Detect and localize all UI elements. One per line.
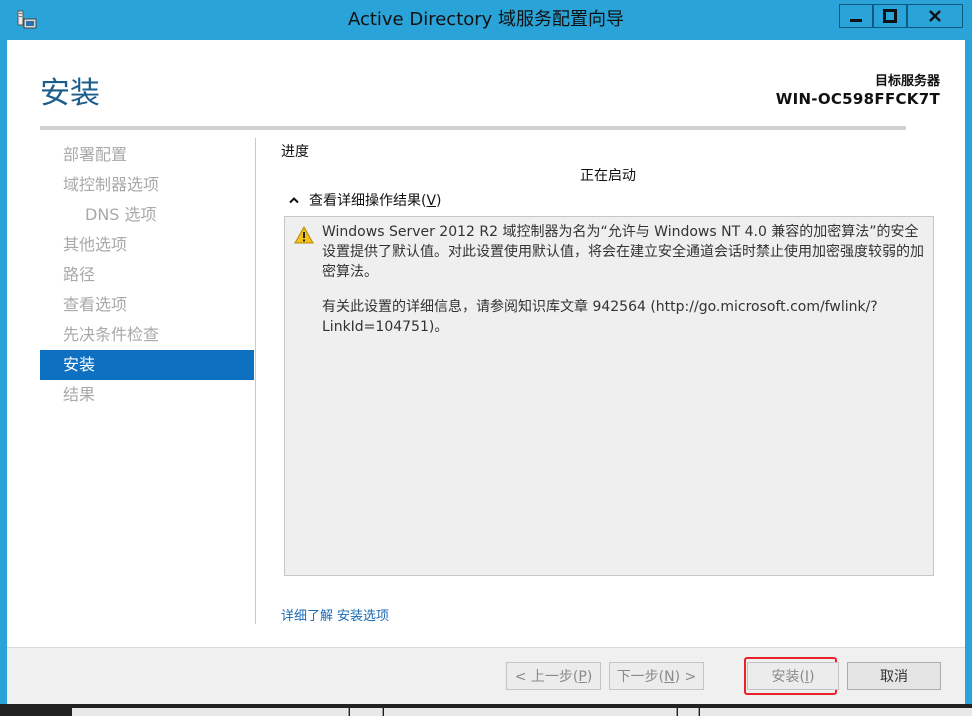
taskbar-segment <box>350 708 383 716</box>
view-detailed-results-toggle[interactable]: 查看详细操作结果(V) <box>289 190 442 210</box>
nav-item-additional-options[interactable]: 其他选项 <box>40 230 254 260</box>
minimize-button[interactable] <box>839 4 873 28</box>
taskbar-segment <box>678 708 699 716</box>
warning-icon <box>294 225 314 248</box>
nav-item-installation[interactable]: 安装 <box>40 350 254 380</box>
warning-message: Windows Server 2012 R2 域控制器为名为“允许与 Windo… <box>322 222 924 352</box>
nav-item-dns-options[interactable]: DNS 选项 <box>40 200 254 230</box>
wizard-window: Active Directory 域服务配置向导 安装 目标服务器 WIN-OC… <box>0 0 972 704</box>
progress-label: 进度 <box>281 144 309 160</box>
previous-button[interactable]: < 上一步(P) <box>506 662 601 690</box>
wizard-steps-nav: 部署配置 域控制器选项 DNS 选项 其他选项 路径 查看选项 先决条件检查 安… <box>40 140 254 410</box>
taskbar-segment <box>700 708 972 716</box>
nav-item-prerequisites-check[interactable]: 先决条件检查 <box>40 320 254 350</box>
title-bar[interactable]: Active Directory 域服务配置向导 <box>0 0 972 40</box>
nav-item-paths[interactable]: 路径 <box>40 260 254 290</box>
nav-item-deployment-config[interactable]: 部署配置 <box>40 140 254 170</box>
progress-status: 正在启动 <box>580 168 636 184</box>
nav-item-dc-options[interactable]: 域控制器选项 <box>40 170 254 200</box>
header-divider <box>40 126 906 130</box>
nav-item-results[interactable]: 结果 <box>40 380 254 410</box>
chevron-up-icon <box>289 197 299 204</box>
wizard-footer: < 上一步(P) 下一步(N) > 安装(I) 取消 <box>7 647 965 704</box>
install-options-link[interactable]: 安装选项 <box>337 609 389 624</box>
nav-divider <box>255 138 256 624</box>
cancel-button[interactable]: 取消 <box>847 662 941 690</box>
learn-more-prefix: 详细了解 <box>281 609 334 624</box>
nav-item-review-options[interactable]: 查看选项 <box>40 290 254 320</box>
target-server-label: 目标服务器 <box>874 74 940 89</box>
next-button[interactable]: 下一步(N) > <box>609 662 704 690</box>
taskbar-segment <box>384 708 677 716</box>
taskbar-strip <box>0 704 972 716</box>
close-icon <box>929 10 941 22</box>
warning-paragraph: Windows Server 2012 R2 域控制器为名为“允许与 Windo… <box>322 224 924 280</box>
kb-reference-paragraph: 有关此设置的详细信息，请参阅知识库文章 942564 (http://go.mi… <box>322 299 878 335</box>
install-button[interactable]: 安装(I) <box>747 662 839 690</box>
detailed-results-panel[interactable]: Windows Server 2012 R2 域控制器为名为“允许与 Windo… <box>284 216 934 576</box>
target-server-name: WIN-OC598FFCK7T <box>775 90 940 108</box>
maximize-icon <box>883 9 897 23</box>
window-title: Active Directory 域服务配置向导 <box>347 9 625 30</box>
page-title: 安装 <box>40 76 100 111</box>
toggle-label: 查看详细操作结果(V) <box>309 193 442 209</box>
wizard-content: 安装 目标服务器 WIN-OC598FFCK7T 部署配置 域控制器选项 DNS… <box>7 40 965 704</box>
taskbar-segment <box>72 708 349 716</box>
maximize-button[interactable] <box>873 4 907 28</box>
close-button[interactable] <box>907 4 963 28</box>
learn-more-link[interactable]: 详细了解 安装选项 <box>281 605 393 624</box>
minimize-icon <box>850 19 862 22</box>
